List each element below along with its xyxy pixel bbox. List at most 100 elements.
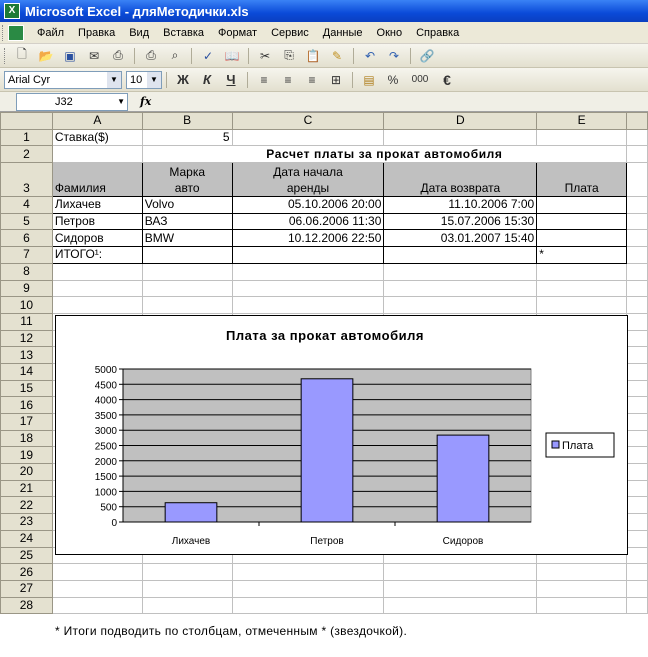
- cell[interactable]: [141, 262, 233, 281]
- cell[interactable]: [626, 312, 648, 331]
- cell[interactable]: [536, 563, 628, 581]
- workbook-icon[interactable]: [8, 24, 24, 41]
- cell-a1[interactable]: Ставка($): [51, 128, 143, 147]
- header-surname[interactable]: Фамилия: [51, 162, 143, 198]
- spelling-icon[interactable]: ✓: [198, 47, 218, 65]
- cell[interactable]: [141, 596, 233, 615]
- print-preview-icon[interactable]: ⎙: [141, 47, 161, 65]
- copy-icon[interactable]: ⎘: [279, 47, 299, 65]
- menu-format[interactable]: Формат: [211, 27, 264, 39]
- cell-total-marker[interactable]: *: [536, 246, 628, 264]
- save-icon[interactable]: ▣: [60, 47, 80, 65]
- toolbar-grip[interactable]: [2, 24, 5, 41]
- chart-object[interactable]: Плата за прокат автомобиля 0 500 1000 1500 20…: [55, 315, 628, 555]
- menu-edit[interactable]: Правка: [71, 27, 122, 39]
- cell[interactable]: [141, 279, 233, 298]
- row-header[interactable]: 9: [0, 279, 53, 298]
- cell[interactable]: [51, 262, 143, 281]
- merge-center-icon[interactable]: ⊞: [326, 71, 346, 89]
- row-header[interactable]: 6: [0, 229, 53, 248]
- row-header[interactable]: 21: [0, 479, 53, 498]
- cell[interactable]: [231, 128, 385, 147]
- cell[interactable]: [536, 579, 628, 598]
- permission-icon[interactable]: ✉: [84, 47, 104, 65]
- menu-data[interactable]: Данные: [316, 27, 370, 39]
- align-right-icon[interactable]: ≡: [302, 71, 322, 89]
- cell-return-date[interactable]: 11.10.2006 7:00: [383, 196, 538, 214]
- cell[interactable]: [141, 296, 233, 314]
- align-left-icon[interactable]: ≡: [254, 71, 274, 89]
- menu-help[interactable]: Справка: [409, 27, 466, 39]
- menu-file[interactable]: Файл: [30, 27, 71, 39]
- cell[interactable]: [626, 162, 648, 198]
- hyperlink-icon[interactable]: 🔗: [417, 47, 437, 65]
- insert-function-icon[interactable]: fx: [140, 95, 151, 108]
- cell[interactable]: [231, 596, 385, 615]
- cell[interactable]: [626, 546, 648, 565]
- print-icon[interactable]: ⎙: [108, 47, 128, 65]
- cell[interactable]: [626, 246, 648, 264]
- column-header-c[interactable]: C: [231, 112, 385, 130]
- row-header[interactable]: 23: [0, 513, 53, 531]
- cell[interactable]: [383, 246, 538, 264]
- cell-brand[interactable]: ВАЗ: [141, 212, 233, 231]
- row-header[interactable]: 18: [0, 429, 53, 448]
- column-header-e[interactable]: E: [536, 112, 628, 130]
- cell[interactable]: [51, 579, 143, 598]
- magnifier-icon[interactable]: ⌕: [165, 47, 185, 65]
- cell-payment[interactable]: [536, 229, 628, 248]
- percent-button[interactable]: %: [383, 71, 403, 89]
- cell[interactable]: [383, 596, 538, 615]
- cell[interactable]: [536, 279, 628, 298]
- italic-button[interactable]: К: [197, 71, 217, 89]
- row-header[interactable]: 5: [0, 212, 53, 231]
- row-header[interactable]: 25: [0, 546, 53, 565]
- cell-return-date[interactable]: 03.01.2007 15:40: [383, 229, 538, 248]
- header-return-date[interactable]: Дата возврата: [383, 162, 538, 198]
- row-header[interactable]: 12: [0, 329, 53, 348]
- header-start-date[interactable]: Дата начала аренды: [231, 162, 385, 198]
- cell[interactable]: [626, 196, 648, 214]
- redo-icon[interactable]: ↷: [384, 47, 404, 65]
- toolbar-grip[interactable]: [4, 47, 7, 64]
- cell-payment[interactable]: [536, 196, 628, 214]
- row-header[interactable]: 8: [0, 262, 53, 281]
- cell[interactable]: [536, 128, 628, 147]
- column-header-a[interactable]: A: [51, 112, 143, 130]
- cell[interactable]: [51, 563, 143, 581]
- cell[interactable]: [626, 329, 648, 348]
- cell[interactable]: [626, 413, 648, 431]
- cell-start-date[interactable]: 05.10.2006 20:00: [231, 196, 385, 214]
- cell[interactable]: [231, 563, 385, 581]
- cut-icon[interactable]: ✂: [255, 47, 275, 65]
- align-center-icon[interactable]: ≡: [278, 71, 298, 89]
- row-header[interactable]: 26: [0, 563, 53, 581]
- cell[interactable]: [626, 429, 648, 448]
- row-header[interactable]: 1: [0, 128, 53, 147]
- cell-total-label[interactable]: ИТОГО¹:: [51, 246, 143, 264]
- cell[interactable]: [383, 579, 538, 598]
- underline-button[interactable]: Ч: [221, 71, 241, 89]
- cell[interactable]: [626, 346, 648, 364]
- cell[interactable]: [626, 379, 648, 398]
- cell-brand[interactable]: Volvo: [141, 196, 233, 214]
- cell[interactable]: [536, 262, 628, 281]
- cell[interactable]: [141, 563, 233, 581]
- cell[interactable]: [626, 128, 648, 147]
- row-header[interactable]: 3: [0, 162, 53, 198]
- cell[interactable]: [231, 296, 385, 314]
- name-box[interactable]: J32 ▼: [16, 92, 128, 111]
- cell[interactable]: [626, 496, 648, 515]
- row-header[interactable]: 16: [0, 396, 53, 414]
- cell-b1[interactable]: 5: [141, 128, 233, 147]
- cell[interactable]: [383, 262, 538, 281]
- row-header[interactable]: 24: [0, 529, 53, 548]
- cell[interactable]: [626, 513, 648, 531]
- cell[interactable]: [626, 296, 648, 314]
- font-size-select[interactable]: 10 ▼: [126, 70, 162, 89]
- cell-surname[interactable]: Сидоров: [51, 229, 143, 248]
- research-icon[interactable]: 📖: [222, 47, 242, 65]
- select-all-corner[interactable]: [0, 112, 53, 130]
- cell-return-date[interactable]: 15.07.2006 15:30: [383, 212, 538, 231]
- header-payment[interactable]: Плата: [536, 162, 628, 198]
